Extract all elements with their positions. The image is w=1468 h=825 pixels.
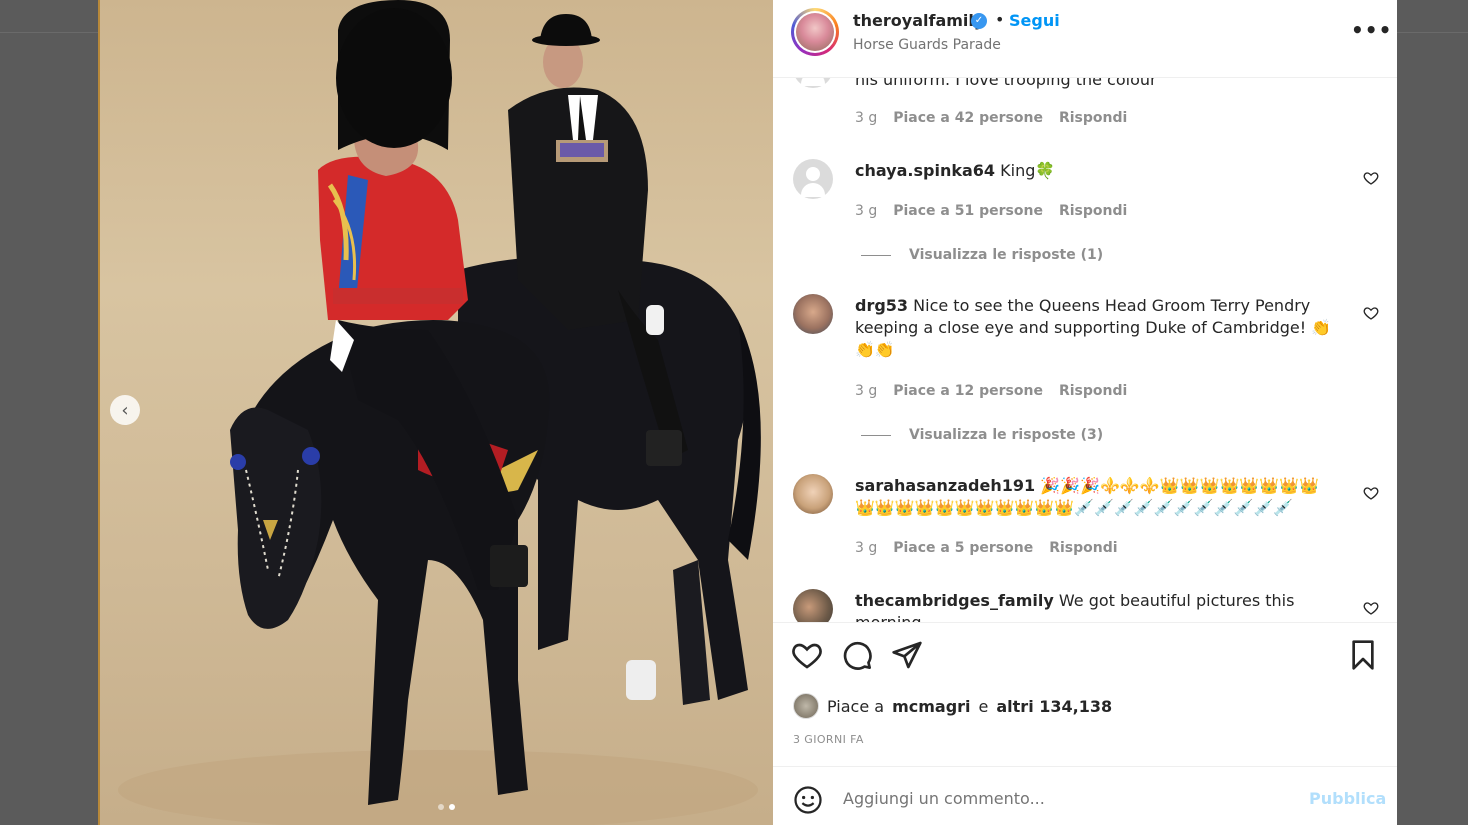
likes-summary: Piace a mcmagri e altri 134,138 bbox=[793, 693, 1112, 719]
comment-likes-link[interactable]: Piace a 5 persone bbox=[893, 540, 1033, 556]
emoji-icon[interactable] bbox=[793, 785, 823, 815]
comment-likes-link[interactable]: Piace a 42 persone bbox=[893, 110, 1043, 126]
comment-meta: 3 g Piace a 42 persone Rispondi bbox=[855, 110, 1127, 126]
view-replies-label[interactable]: Visualizza le risposte (1) bbox=[909, 247, 1103, 263]
comment-likes-link[interactable]: Piace a 51 persone bbox=[893, 203, 1043, 219]
post-time-ago[interactable]: 3 GIORNI FA bbox=[793, 733, 864, 746]
header-separator: • bbox=[995, 10, 1005, 29]
comments-list[interactable]: his uniform. I love trooping the colour … bbox=[773, 78, 1397, 622]
liker-avatar[interactable] bbox=[793, 693, 819, 719]
replies-divider bbox=[861, 254, 891, 256]
comment-body: thecambridges_family We got beautiful pi… bbox=[855, 590, 1355, 622]
publish-button[interactable]: Pubblica bbox=[1309, 789, 1386, 808]
comment-input[interactable] bbox=[843, 789, 1283, 808]
comment-icon[interactable] bbox=[841, 639, 873, 671]
comment-time: 3 g bbox=[855, 110, 878, 126]
backdrop-line-right bbox=[1397, 32, 1468, 33]
comment-body: drg53 Nice to see the Queens Head Groom … bbox=[855, 295, 1345, 361]
view-replies-button[interactable]: Visualizza le risposte (3) bbox=[861, 427, 1103, 443]
comment-meta: 3 g Piace a 51 persone Rispondi bbox=[855, 203, 1127, 219]
view-replies-label[interactable]: Visualizza le risposte (3) bbox=[909, 427, 1103, 443]
comment-like-heart-icon[interactable] bbox=[1363, 305, 1379, 321]
comment-time: 3 g bbox=[855, 383, 878, 399]
likes-user-link[interactable]: mcmagri bbox=[892, 697, 970, 716]
replies-divider bbox=[861, 434, 891, 436]
comment-body: chaya.spinka64 King🍀 bbox=[855, 160, 1355, 182]
post-photo: ‹ bbox=[98, 0, 773, 825]
comment-avatar[interactable] bbox=[793, 159, 833, 199]
likes-prefix: Piace a bbox=[827, 696, 885, 716]
post-actions: Piace a mcmagri e altri 134,138 3 GIORNI… bbox=[773, 622, 1397, 825]
comment-reply-button[interactable]: Rispondi bbox=[1059, 203, 1127, 219]
comment-body: sarahasanzadeh191 🎉🎉🎉⚜️⚜️⚜️👑👑👑👑👑👑👑👑👑👑👑👑👑… bbox=[855, 475, 1335, 519]
verified-badge-icon: ✓ bbox=[971, 13, 987, 29]
comment-text: King🍀 bbox=[1000, 161, 1056, 180]
bookmark-icon[interactable] bbox=[1347, 639, 1379, 671]
heart-icon[interactable] bbox=[791, 639, 823, 671]
comment-username[interactable]: thecambridges_family bbox=[855, 591, 1054, 610]
carousel-dots bbox=[438, 804, 455, 810]
comment-reply-button[interactable]: Rispondi bbox=[1049, 540, 1117, 556]
comment-like-heart-icon[interactable] bbox=[1363, 600, 1379, 616]
comment-text: Nice to see the Queens Head Groom Terry … bbox=[855, 296, 1332, 359]
comment-reply-button[interactable]: Rispondi bbox=[1059, 110, 1127, 126]
comment-text-partial: his uniform. I love trooping the colour bbox=[855, 78, 1157, 89]
author-username[interactable]: theroyalfamily bbox=[853, 11, 984, 30]
photo-illustration bbox=[118, 0, 761, 825]
comment-reply-button[interactable]: Rispondi bbox=[1059, 383, 1127, 399]
comment-username[interactable]: sarahasanzadeh191 bbox=[855, 476, 1035, 495]
comment-like-heart-icon[interactable] bbox=[1363, 485, 1379, 501]
add-comment-bar: Pubblica bbox=[773, 766, 1397, 825]
follow-button[interactable]: Segui bbox=[1009, 11, 1060, 30]
comment-meta: 3 g Piace a 12 persone Rispondi bbox=[855, 383, 1127, 399]
comment-username[interactable]: chaya.spinka64 bbox=[855, 161, 995, 180]
comment-time: 3 g bbox=[855, 540, 878, 556]
carousel-dot[interactable] bbox=[438, 804, 444, 810]
comment-likes-link[interactable]: Piace a 12 persone bbox=[893, 383, 1043, 399]
comment-like-heart-icon[interactable] bbox=[1363, 170, 1379, 186]
post-side-panel: theroyalfamily ✓ • Segui Horse Guards Pa… bbox=[773, 0, 1397, 825]
comment-avatar[interactable] bbox=[793, 294, 833, 334]
post-location[interactable]: Horse Guards Parade bbox=[853, 37, 1001, 53]
comment-username[interactable]: drg53 bbox=[855, 296, 908, 315]
comment-meta: 3 g Piace a 5 persone Rispondi bbox=[855, 540, 1118, 556]
backdrop-line-left bbox=[0, 32, 100, 33]
comment-avatar[interactable] bbox=[793, 474, 833, 514]
author-avatar[interactable] bbox=[791, 8, 839, 56]
more-options-icon[interactable]: ••• bbox=[1351, 18, 1392, 42]
carousel-prev-button[interactable]: ‹ bbox=[110, 395, 140, 425]
likes-mid: e bbox=[978, 696, 989, 716]
comment-avatar[interactable] bbox=[793, 78, 833, 88]
comment-avatar[interactable] bbox=[793, 589, 833, 622]
post-header: theroyalfamily ✓ • Segui Horse Guards Pa… bbox=[773, 0, 1397, 78]
paper-plane-icon[interactable] bbox=[891, 639, 923, 671]
view-replies-button[interactable]: Visualizza le risposte (1) bbox=[861, 247, 1103, 263]
carousel-dot-active[interactable] bbox=[449, 804, 455, 810]
comment-time: 3 g bbox=[855, 203, 878, 219]
avatar-image bbox=[796, 13, 834, 51]
likes-count-link[interactable]: altri 134,138 bbox=[996, 697, 1112, 716]
